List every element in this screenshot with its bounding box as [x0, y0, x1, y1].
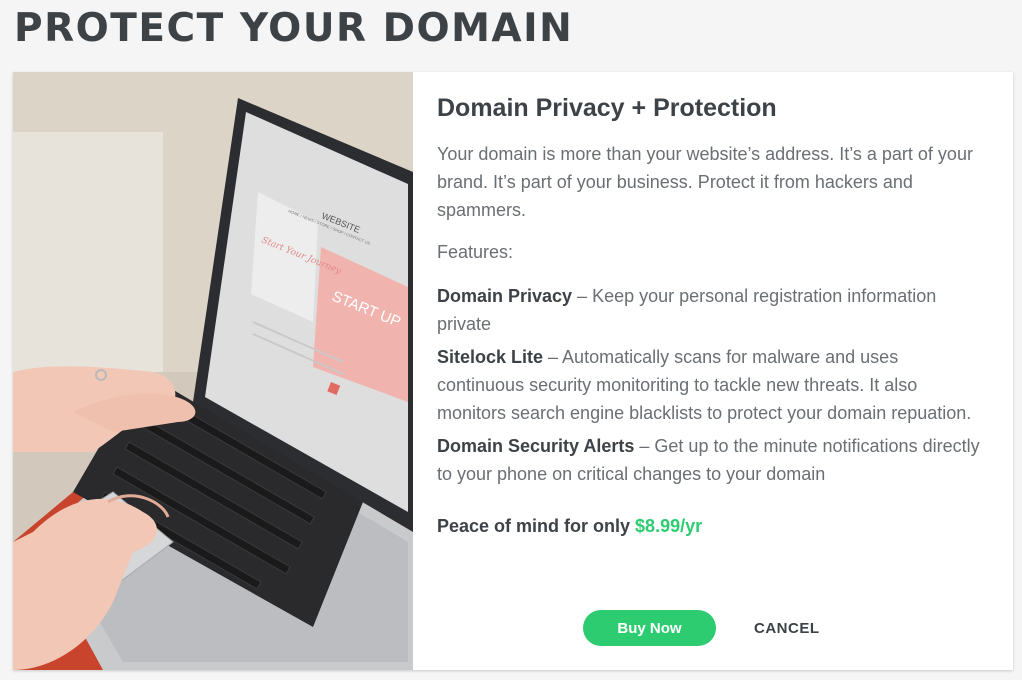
price-line: Peace of mind for only $8.99/yr	[437, 512, 989, 540]
product-title: Domain Privacy + Protection	[437, 94, 777, 122]
features-label: Features:	[437, 242, 514, 262]
feature-name: Sitelock Lite	[437, 347, 544, 367]
feature-domain-privacy: Domain Privacy – Keep your personal regi…	[437, 282, 989, 338]
buy-now-button[interactable]: Buy Now	[583, 610, 716, 646]
price-label: Peace of mind for only	[437, 516, 636, 536]
price-value: $8.99/yr	[635, 516, 703, 536]
product-card: WEBSITE HOME / NEWS / STORE / SHOP / CON…	[13, 72, 1013, 670]
product-details: Domain Privacy + Protection Your domain …	[413, 72, 1013, 670]
page-title: PROTECT YOUR DOMAIN	[14, 6, 574, 51]
feature-sitelock-lite: Sitelock Lite – Automatically scans for …	[437, 343, 989, 427]
action-bar: Buy Now CANCEL	[583, 610, 826, 646]
laptop-photo: WEBSITE HOME / NEWS / STORE / SHOP / CON…	[13, 72, 413, 670]
feature-name: Domain Privacy	[437, 286, 573, 306]
feature-security-alerts: Domain Security Alerts – Get up to the m…	[437, 432, 989, 488]
feature-name: Domain Security Alerts	[437, 436, 635, 456]
cancel-button[interactable]: CANCEL	[748, 619, 826, 638]
product-description: Your domain is more than your website’s …	[437, 144, 973, 220]
